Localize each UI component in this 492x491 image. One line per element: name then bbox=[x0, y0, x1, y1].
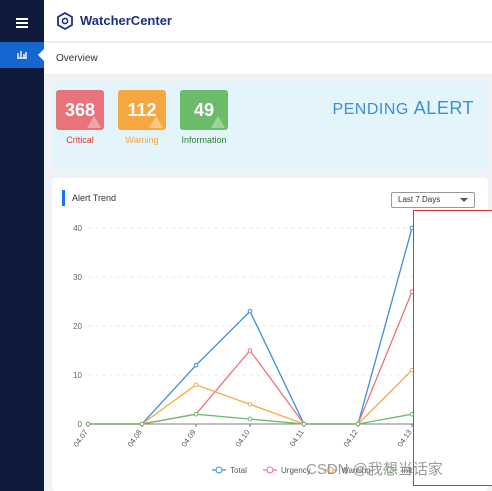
data-point bbox=[247, 309, 253, 314]
page-title: Overview bbox=[56, 53, 98, 64]
warning-triangle-icon bbox=[211, 116, 225, 128]
pending-alert-heading: PENDING ALERT bbox=[332, 98, 474, 119]
stat-critical-box: 368 bbox=[56, 90, 104, 130]
data-point bbox=[85, 421, 91, 427]
data-point bbox=[247, 402, 253, 407]
y-tick-label: 30 bbox=[73, 273, 82, 282]
x-tick-label: 04.10 bbox=[233, 428, 251, 449]
y-tick-label: 10 bbox=[73, 371, 82, 380]
data-point bbox=[193, 382, 199, 388]
legend-marker bbox=[266, 466, 274, 474]
warning-triangle-icon bbox=[87, 116, 101, 128]
series-line bbox=[88, 369, 413, 425]
y-tick-label: 40 bbox=[73, 224, 82, 233]
pending-label: PENDING bbox=[332, 101, 409, 118]
legend-label: Total bbox=[230, 466, 247, 475]
hamburger-menu-icon[interactable] bbox=[0, 8, 44, 38]
alert-label: ALERT bbox=[413, 98, 474, 118]
stat-information-label: Information bbox=[181, 135, 227, 145]
chart-icon bbox=[16, 46, 28, 64]
watermark-text: CSDN @我想当话家 bbox=[306, 461, 443, 478]
y-tick-label: 20 bbox=[73, 322, 82, 331]
stat-information-box: 49 bbox=[180, 90, 228, 130]
stat-warning[interactable]: 112 Warning bbox=[118, 90, 166, 145]
app-title: WatcherCenter bbox=[80, 13, 172, 28]
stat-critical-label: Critical bbox=[66, 135, 94, 145]
data-point bbox=[301, 421, 307, 427]
x-tick-label: 04.12 bbox=[341, 428, 359, 449]
x-tick-label: 04.13 bbox=[395, 428, 413, 449]
data-point bbox=[355, 421, 361, 427]
top-header: WatcherCenter bbox=[44, 0, 492, 42]
sidebar bbox=[0, 0, 44, 491]
breadcrumb: Overview bbox=[44, 43, 492, 75]
x-tick-label: 04.07 bbox=[71, 428, 89, 449]
summary-card: 368 Critical 112 Warning 49 Information … bbox=[52, 82, 488, 170]
selection-overlay-box bbox=[413, 210, 492, 486]
stat-warning-label: Warning bbox=[125, 135, 159, 145]
x-tick-label: 04.08 bbox=[125, 428, 143, 449]
y-tick-label: 0 bbox=[78, 420, 83, 429]
data-point bbox=[193, 362, 199, 368]
x-tick-label: 04.09 bbox=[179, 428, 197, 449]
data-point bbox=[193, 411, 199, 417]
stat-critical[interactable]: 368 Critical bbox=[56, 90, 104, 145]
data-point bbox=[247, 416, 253, 422]
warning-triangle-icon bbox=[149, 116, 163, 128]
stat-information[interactable]: 49 Information bbox=[180, 90, 228, 145]
data-point bbox=[139, 421, 145, 427]
data-point bbox=[247, 348, 253, 353]
legend-marker bbox=[215, 466, 223, 474]
hexagon-logo-icon bbox=[56, 11, 74, 30]
stat-warning-box: 112 bbox=[118, 90, 166, 130]
x-tick-label: 04.11 bbox=[288, 428, 306, 448]
